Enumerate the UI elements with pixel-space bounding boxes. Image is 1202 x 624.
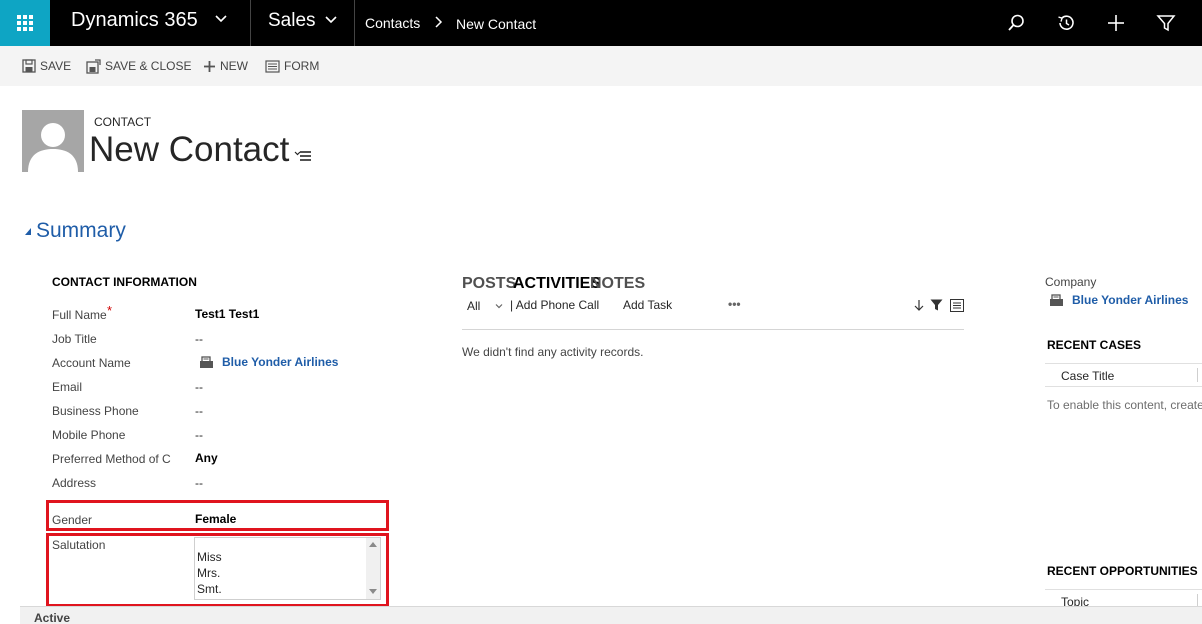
recent-cases-heading: RECENT CASES bbox=[1047, 338, 1142, 352]
activity-filter-value: All bbox=[467, 299, 481, 313]
new-button[interactable]: NEW bbox=[203, 57, 248, 75]
gender-value[interactable]: Female bbox=[195, 512, 236, 526]
filter-icon[interactable] bbox=[930, 299, 943, 311]
recent-opportunities-heading: RECENT OPPORTUNITIES bbox=[1047, 564, 1198, 578]
tab-activities[interactable]: ACTIVITIES bbox=[513, 275, 601, 293]
address-label: Address bbox=[52, 476, 97, 490]
collapse-triangle-icon[interactable] bbox=[24, 226, 32, 236]
salutation-option[interactable]: Smt. bbox=[197, 582, 222, 596]
business-phone-label: Business Phone bbox=[52, 404, 139, 418]
tab-posts[interactable]: POSTS bbox=[462, 275, 516, 293]
account-name-label: Account Name bbox=[52, 356, 131, 370]
mobile-phone-value[interactable]: -- bbox=[195, 428, 203, 442]
company-link[interactable]: Blue Yonder Airlines bbox=[1072, 293, 1188, 307]
plus-icon bbox=[204, 60, 215, 72]
full-name-label: Full Name bbox=[52, 308, 107, 322]
activities-empty-message: We didn't find any activity records. bbox=[462, 345, 644, 359]
scroll-down-icon[interactable] bbox=[369, 589, 377, 595]
address-value[interactable]: -- bbox=[195, 476, 203, 490]
salutation-option[interactable]: Mrs. bbox=[197, 566, 220, 580]
add-task-button[interactable]: Add Task bbox=[623, 298, 672, 312]
company-label: Company bbox=[1045, 275, 1097, 289]
preferred-contact-value[interactable]: Any bbox=[195, 451, 218, 465]
form-icon bbox=[265, 59, 280, 73]
recent-cases-message: To enable this content, create bbox=[1047, 398, 1202, 412]
account-icon bbox=[1050, 294, 1063, 306]
mobile-phone-label: Mobile Phone bbox=[52, 428, 126, 442]
business-phone-value[interactable]: -- bbox=[195, 404, 203, 418]
save-icon bbox=[22, 59, 36, 73]
save-label: SAVE bbox=[40, 59, 72, 73]
form-selector-icon[interactable] bbox=[294, 150, 312, 162]
form-button[interactable]: FORM bbox=[265, 57, 319, 75]
salutation-option[interactable]: Miss bbox=[197, 550, 222, 564]
form-label: FORM bbox=[284, 59, 320, 73]
scroll-up-icon[interactable] bbox=[369, 541, 377, 547]
record-title: New Contact bbox=[89, 130, 290, 169]
gender-label: Gender bbox=[52, 513, 93, 527]
activities-divider bbox=[462, 329, 964, 330]
preferred-contact-label: Preferred Method of C bbox=[52, 452, 171, 466]
area-title[interactable]: Sales bbox=[268, 10, 316, 32]
full-name-value[interactable]: Test1 Test1 bbox=[195, 307, 259, 321]
more-commands-button[interactable]: ••• bbox=[728, 297, 741, 311]
entity-type-label: CONTACT bbox=[94, 115, 152, 129]
command-bar: SAVE SAVE & CLOSE NEW FORM bbox=[0, 46, 1202, 86]
recent-cases-grid-header: Case Title bbox=[1045, 363, 1202, 387]
job-title-label: Job Title bbox=[52, 332, 97, 346]
column-separator bbox=[1197, 368, 1198, 382]
save-and-close-button[interactable]: SAVE & CLOSE bbox=[86, 57, 191, 75]
save-close-icon bbox=[86, 58, 101, 74]
chevron-down-icon[interactable] bbox=[495, 303, 503, 309]
waffle-icon bbox=[17, 15, 33, 31]
activity-filter-dropdown[interactable]: All bbox=[467, 299, 480, 313]
plus-icon[interactable] bbox=[1105, 12, 1127, 34]
contact-avatar[interactable] bbox=[22, 110, 84, 172]
email-value[interactable]: -- bbox=[195, 380, 203, 394]
breadcrumb-new-contact: New Contact bbox=[456, 16, 537, 32]
list-view-icon[interactable] bbox=[950, 299, 964, 312]
email-label: Email bbox=[52, 380, 83, 394]
add-phone-call-button[interactable]: | Add Phone Call bbox=[510, 298, 599, 312]
top-navigation-bar: Dynamics 365 Sales Contacts New Contact bbox=[0, 0, 1202, 46]
person-icon bbox=[28, 123, 78, 172]
breadcrumb-contacts[interactable]: Contacts bbox=[365, 15, 420, 31]
contact-information-heading: CONTACT INFORMATION bbox=[52, 275, 197, 289]
chevron-down-icon[interactable] bbox=[214, 11, 228, 25]
tab-notes[interactable]: NOTES bbox=[590, 275, 645, 293]
status-bar: Active bbox=[20, 606, 1202, 624]
filter-icon[interactable] bbox=[1155, 12, 1177, 34]
app-launcher-button[interactable] bbox=[0, 0, 50, 46]
history-icon[interactable] bbox=[1055, 12, 1077, 34]
account-icon bbox=[200, 356, 213, 368]
nav-divider bbox=[250, 0, 251, 46]
search-icon[interactable] bbox=[1005, 12, 1027, 34]
chevron-right-icon bbox=[435, 16, 443, 28]
chevron-down-icon[interactable] bbox=[324, 12, 338, 26]
salutation-scrollbar[interactable] bbox=[366, 538, 380, 599]
sort-down-icon[interactable] bbox=[914, 299, 924, 311]
salutation-listbox[interactable]: Miss Mrs. Smt. bbox=[194, 537, 381, 600]
nav-divider bbox=[354, 0, 355, 46]
job-title-value[interactable]: -- bbox=[195, 332, 203, 346]
save-close-label: SAVE & CLOSE bbox=[105, 59, 192, 73]
salutation-label: Salutation bbox=[52, 538, 106, 552]
record-status: Active bbox=[34, 611, 71, 624]
new-label: NEW bbox=[220, 59, 248, 73]
summary-section-header[interactable]: Summary bbox=[36, 219, 126, 243]
case-title-column[interactable]: Case Title bbox=[1061, 369, 1114, 383]
required-marker: * bbox=[107, 303, 113, 318]
app-title[interactable]: Dynamics 365 bbox=[71, 9, 198, 32]
account-name-link[interactable]: Blue Yonder Airlines bbox=[222, 355, 338, 369]
save-button[interactable]: SAVE bbox=[22, 57, 71, 75]
